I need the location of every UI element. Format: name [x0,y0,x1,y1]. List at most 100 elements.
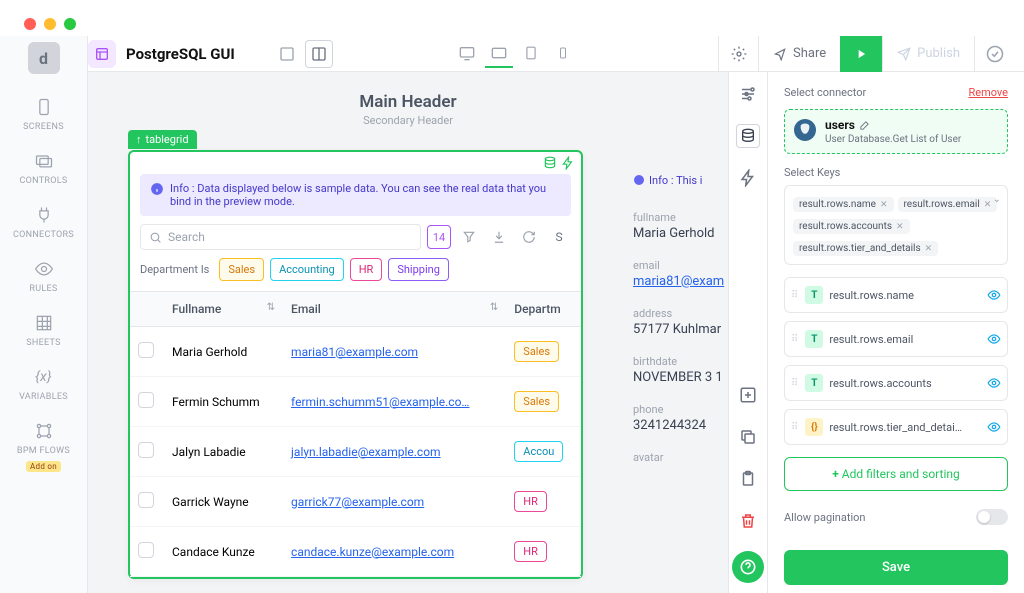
tablet-landscape-icon[interactable] [485,40,513,68]
remove-link[interactable]: Remove [968,86,1008,99]
row-checkbox[interactable] [138,442,154,458]
add-filters-button[interactable]: + Add filters and sorting [784,457,1008,491]
row-checkbox[interactable] [138,342,154,358]
table-row[interactable]: Garrick Wayne garrick77@example.com HR [130,477,581,527]
preview-button[interactable] [840,36,882,72]
visibility-icon[interactable] [987,288,1001,302]
row-checkbox[interactable] [138,392,154,408]
cell-email: candace.kunze@example.com [283,527,506,577]
logo-icon[interactable]: d [28,42,60,74]
paste-icon[interactable] [736,467,760,491]
row-checkbox[interactable] [138,492,154,508]
detail-birthdate-label: birthdate [633,355,728,368]
key-name: result.rows.accounts [829,377,981,390]
cell-dept: HR [506,527,581,577]
table-row[interactable]: Jalyn Labadie jalyn.labadie@example.com … [130,427,581,477]
sheets-icon [33,312,55,334]
database-icon[interactable] [543,156,557,170]
refresh-icon[interactable] [517,224,541,250]
remove-chip-icon[interactable]: ✕ [880,200,888,210]
key-chip[interactable]: result.rows.email ✕ [898,197,998,212]
chip-shipping[interactable]: Shipping [388,258,449,281]
email-link[interactable]: garrick77@example.com [291,495,424,509]
rail-rules[interactable]: RULES [0,248,88,302]
keys-select[interactable]: ⌄ result.rows.name ✕result.rows.email ✕r… [784,185,1008,265]
drag-handle-icon[interactable]: ⠿ [791,334,799,345]
detail-avatar-label: avatar [633,451,728,464]
database-icon[interactable] [736,124,760,148]
chip-sales[interactable]: Sales [219,258,264,281]
visibility-icon[interactable] [987,376,1001,390]
key-chip[interactable]: result.rows.name ✕ [793,197,894,212]
rail-sheets[interactable]: SHEETS [0,302,88,356]
rail-screens[interactable]: SCREENS [0,86,88,140]
detail-email[interactable]: maria81@exam [633,274,728,289]
cell-email: fermin.schumm51@example.co… [283,377,506,427]
info-text: Info : Data displayed below is sample da… [170,182,561,208]
s-column[interactable]: S [547,224,571,250]
settings-button[interactable] [718,36,758,72]
close-dot[interactable] [24,18,36,30]
rail-variables[interactable]: {x} VARIABLES [0,356,88,410]
desktop-icon[interactable] [453,40,481,68]
key-chip[interactable]: result.rows.accounts ✕ [793,219,910,234]
lightning-icon[interactable] [736,166,760,190]
maximize-dot[interactable] [64,18,76,30]
lightning-icon[interactable] [561,156,575,170]
key-chip[interactable]: result.rows.tier_and_details ✕ [793,241,938,256]
check-button[interactable] [974,36,1014,72]
key-row[interactable]: ⠿ {} result.rows.tier_and_detai… [784,409,1008,445]
filter-row: Department Is Sales Accounting HR Shippi… [130,258,581,291]
cell-fullname: Fermin Schumm [164,377,283,427]
save-button[interactable]: Save [784,550,1008,585]
copy-icon[interactable] [736,425,760,449]
pagination-toggle[interactable] [976,509,1008,525]
rail-controls[interactable]: CONTROLS [0,140,88,194]
col-fullname[interactable]: Fullname⇅ [164,292,283,327]
table-row[interactable]: Fermin Schumm fermin.schumm51@example.co… [130,377,581,427]
row-count[interactable]: 14 [427,225,451,249]
drag-handle-icon[interactable]: ⠿ [791,378,799,389]
key-row[interactable]: ⠿ T result.rows.email [784,321,1008,357]
layout-split-icon[interactable] [305,40,333,68]
share-button[interactable]: Share [758,36,840,72]
trash-icon[interactable] [736,509,760,533]
col-email[interactable]: Email⇅ [283,292,506,327]
email-link[interactable]: jalyn.labadie@example.com [291,445,441,459]
download-icon[interactable] [487,224,511,250]
add-icon[interactable] [736,383,760,407]
publish-button[interactable]: Publish [882,36,974,72]
tablet-portrait-icon[interactable] [517,40,545,68]
mobile-icon[interactable] [549,40,577,68]
chip-hr[interactable]: HR [350,258,383,281]
layout-single-icon[interactable] [273,40,301,68]
key-row[interactable]: ⠿ T result.rows.name [784,277,1008,313]
row-checkbox[interactable] [138,542,154,558]
filter-icon[interactable] [457,224,481,250]
sliders-icon[interactable] [736,82,760,106]
visibility-icon[interactable] [987,332,1001,346]
rail-bpm-flows[interactable]: BPM FLOWS Add on [0,410,88,474]
key-row[interactable]: ⠿ T result.rows.accounts [784,365,1008,401]
minimize-dot[interactable] [44,18,56,30]
email-link[interactable]: maria81@example.com [291,345,418,359]
connector-box[interactable]: users User Database.Get List of User [784,109,1008,154]
connector-header-row: Select connector Remove [784,86,1008,99]
remove-chip-icon[interactable]: ✕ [984,200,992,210]
email-link[interactable]: candace.kunze@example.com [291,545,454,559]
email-link[interactable]: fermin.schumm51@example.co… [291,395,469,409]
remove-chip-icon[interactable]: ✕ [896,222,904,232]
col-department[interactable]: Departm [506,292,581,327]
rail-connectors[interactable]: CONNECTORS [0,194,88,248]
table-row[interactable]: Candace Kunze candace.kunze@example.com … [130,527,581,577]
visibility-icon[interactable] [987,420,1001,434]
drag-handle-icon[interactable]: ⠿ [791,422,799,433]
edit-icon[interactable] [859,120,870,131]
drag-handle-icon[interactable]: ⠿ [791,290,799,301]
search-input[interactable]: Search [140,224,421,250]
help-button[interactable] [732,551,764,583]
tablegrid-card[interactable]: ↑ tablegrid Info : Data displayed below … [128,150,583,579]
chip-accounting[interactable]: Accounting [270,258,344,281]
remove-chip-icon[interactable]: ✕ [925,244,933,254]
table-row[interactable]: Maria Gerhold maria81@example.com Sales [130,327,581,377]
